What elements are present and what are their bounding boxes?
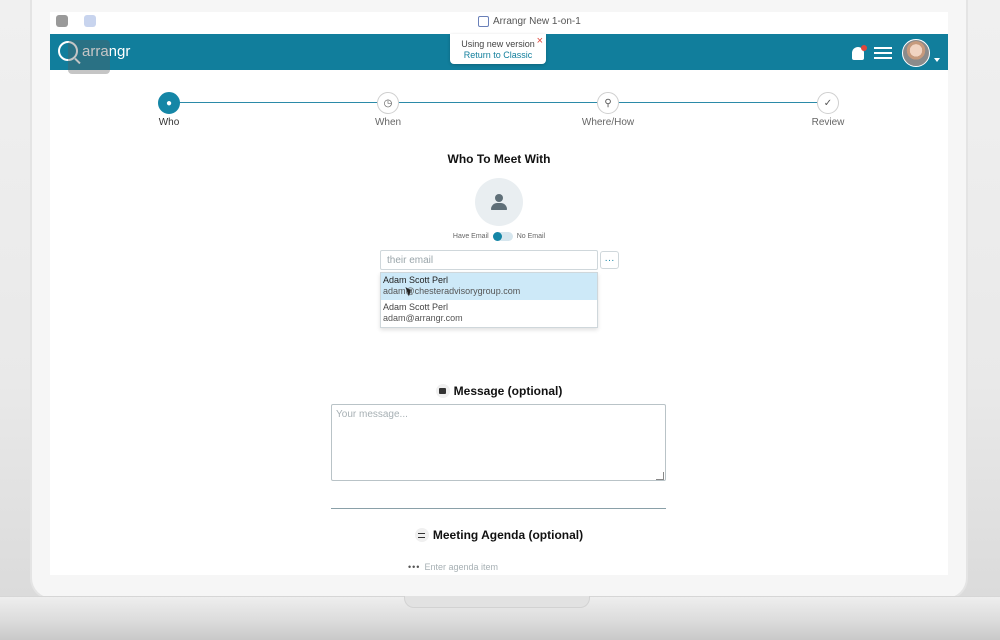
step-where-how[interactable]: ⚲ Where/How: [558, 92, 658, 128]
suggestion-name: Adam Scott Perl: [383, 302, 449, 312]
step-label: Review: [811, 117, 845, 128]
agenda-placeholder: Enter agenda item: [424, 562, 498, 572]
version-notice: Using new version Return to Classic ×: [450, 34, 546, 64]
menu-icon[interactable]: [874, 47, 892, 59]
email-toggle-row: Have Email No Email: [50, 232, 948, 241]
email-suggestions: Adam Scott Perl adam@chesteradvisorygrou…: [380, 272, 598, 328]
chat-bubble-icon: [435, 384, 450, 398]
agenda-label: Meeting Agenda (optional): [50, 528, 948, 542]
person-icon: ●: [158, 92, 180, 114]
browser-tab-strip: Arrangr New 1-on-1: [50, 12, 948, 34]
email-toggle[interactable]: [492, 232, 513, 241]
map-pin-icon: ⚲: [597, 92, 619, 114]
who-title: Who To Meet With: [447, 152, 551, 166]
review-icon: ✓: [817, 92, 839, 114]
cursor-highlight: [68, 40, 110, 74]
browser-tab[interactable]: Arrangr New 1-on-1: [478, 16, 581, 27]
more-options-button[interactable]: ···: [600, 251, 619, 269]
toggle-right-label: No Email: [516, 233, 546, 240]
agenda-label-text: Meeting Agenda (optional): [432, 528, 584, 542]
suggestion-item[interactable]: Adam Scott Perl adam@arrangr.com: [381, 300, 597, 327]
email-field[interactable]: [380, 250, 598, 270]
suggestion-name: Adam Scott Perl: [383, 275, 449, 285]
contact-avatar: [475, 178, 523, 226]
person-icon: [491, 194, 507, 210]
avatar[interactable]: [902, 39, 930, 67]
toggle-left-label: Have Email: [452, 233, 489, 240]
resize-handle[interactable]: [656, 472, 664, 480]
close-icon[interactable]: ×: [537, 35, 543, 47]
header-actions: [852, 37, 940, 69]
drag-handle-icon: •••: [408, 562, 421, 572]
suggestion-email: adam@arrangr.com: [383, 313, 463, 323]
tab-title: Arrangr New 1-on-1: [493, 16, 581, 27]
clock-icon: ◷: [377, 92, 399, 114]
step-label: Where/How: [581, 117, 635, 128]
list-icon: [414, 528, 429, 542]
agenda-item-input[interactable]: ••• Enter agenda item: [408, 562, 498, 572]
message-textarea[interactable]: [331, 404, 666, 481]
return-to-classic-link[interactable]: Return to Classic: [450, 50, 546, 60]
screen: Arrangr New 1-on-1 arrangr Using new ver…: [50, 12, 948, 575]
notification-bell-icon[interactable]: [852, 44, 867, 60]
calendar-tab-icon[interactable]: [84, 15, 96, 27]
notification-dot: [861, 44, 867, 51]
step-review[interactable]: ✓ Review: [778, 92, 878, 128]
step-when[interactable]: ◷ When: [338, 92, 438, 128]
mouse-pointer-icon: [407, 286, 415, 298]
step-label: When: [374, 117, 402, 128]
version-notice-text: Using new version: [461, 39, 535, 49]
step-who[interactable]: ● Who: [119, 92, 219, 128]
tab-favicon-icon: [478, 16, 489, 27]
chevron-down-icon[interactable]: [934, 58, 940, 62]
stepper-line: [168, 102, 828, 103]
divider: [331, 508, 666, 509]
message-label: Message (optional): [50, 384, 948, 398]
pinned-tab-icon[interactable]: [56, 15, 68, 27]
laptop-notch: [404, 596, 590, 608]
toggle-knob: [492, 232, 502, 241]
message-label-text: Message (optional): [453, 384, 563, 398]
step-label: Who: [158, 117, 180, 128]
